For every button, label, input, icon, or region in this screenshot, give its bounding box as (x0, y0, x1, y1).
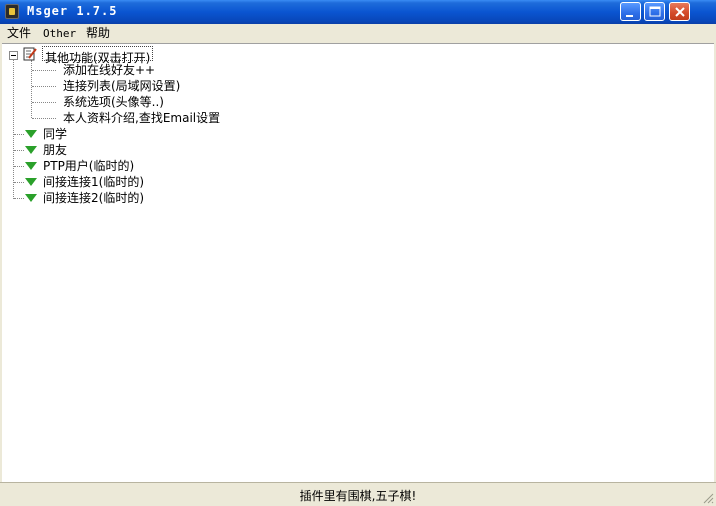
minimize-button[interactable] (620, 2, 641, 21)
menu-help[interactable]: 帮助 (86, 25, 110, 41)
title-bar[interactable]: Msger 1.7.5 (0, 0, 716, 24)
status-text: 插件里有围棋,五子棋! (299, 489, 417, 503)
tree-view[interactable]: 其他功能(双击打开) 添加在线好友++ 连接列表(局域网设置) 系统选项(头像等… (2, 43, 714, 482)
tree-branch (32, 118, 56, 119)
tree-item-system-options[interactable]: 系统选项(头像等..) (63, 95, 164, 109)
tree-root-item[interactable]: 其他功能(双击打开) (42, 46, 154, 65)
resize-grip-icon[interactable] (703, 493, 714, 504)
close-button[interactable] (669, 2, 690, 21)
tree-branch (14, 150, 24, 151)
status-bar: 插件里有围棋,五子棋! (0, 482, 716, 506)
green-triangle-icon (25, 194, 37, 202)
tree-group-indirect-2[interactable]: 间接连接2(临时的) (43, 191, 144, 205)
tree-group-indirect-1[interactable]: 间接连接1(临时的) (43, 175, 144, 189)
green-triangle-icon (25, 162, 37, 170)
menu-bar: 文件 Other 帮助 (0, 24, 716, 43)
green-triangle-icon (25, 146, 37, 154)
tree-item-add-online-friend[interactable]: 添加在线好友++ (63, 63, 155, 77)
tree-branch (32, 70, 56, 71)
tree-line-root (13, 60, 14, 199)
notepad-pencil-icon (23, 47, 37, 61)
collapse-toggle-icon[interactable] (9, 51, 18, 60)
green-triangle-icon (25, 178, 37, 186)
app-icon[interactable] (5, 4, 19, 19)
tree-line-children (31, 60, 32, 118)
tree-branch (14, 134, 24, 135)
tree-item-profile-settings[interactable]: 本人资料介绍,查找Email设置 (63, 111, 220, 125)
tree-branch (14, 166, 24, 167)
tree-branch (32, 86, 56, 87)
tree-group-classmates[interactable]: 同学 (43, 127, 67, 141)
tree-branch (14, 198, 24, 199)
window-title: Msger 1.7.5 (27, 4, 118, 18)
tree-group-friends[interactable]: 朋友 (43, 143, 67, 157)
tree-item-connection-list[interactable]: 连接列表(局域网设置) (63, 79, 180, 93)
menu-file[interactable]: 文件 (7, 25, 31, 41)
tree-branch (14, 182, 24, 183)
tree-group-ptp-users[interactable]: PTP用户(临时的) (43, 159, 134, 173)
maximize-button[interactable] (644, 2, 665, 21)
app-window: Msger 1.7.5 文件 Other 帮助 其他功能(双击打开) 添加在线好… (0, 0, 716, 506)
tree-branch (32, 102, 56, 103)
menu-other[interactable]: Other (43, 26, 76, 42)
green-triangle-icon (25, 130, 37, 138)
